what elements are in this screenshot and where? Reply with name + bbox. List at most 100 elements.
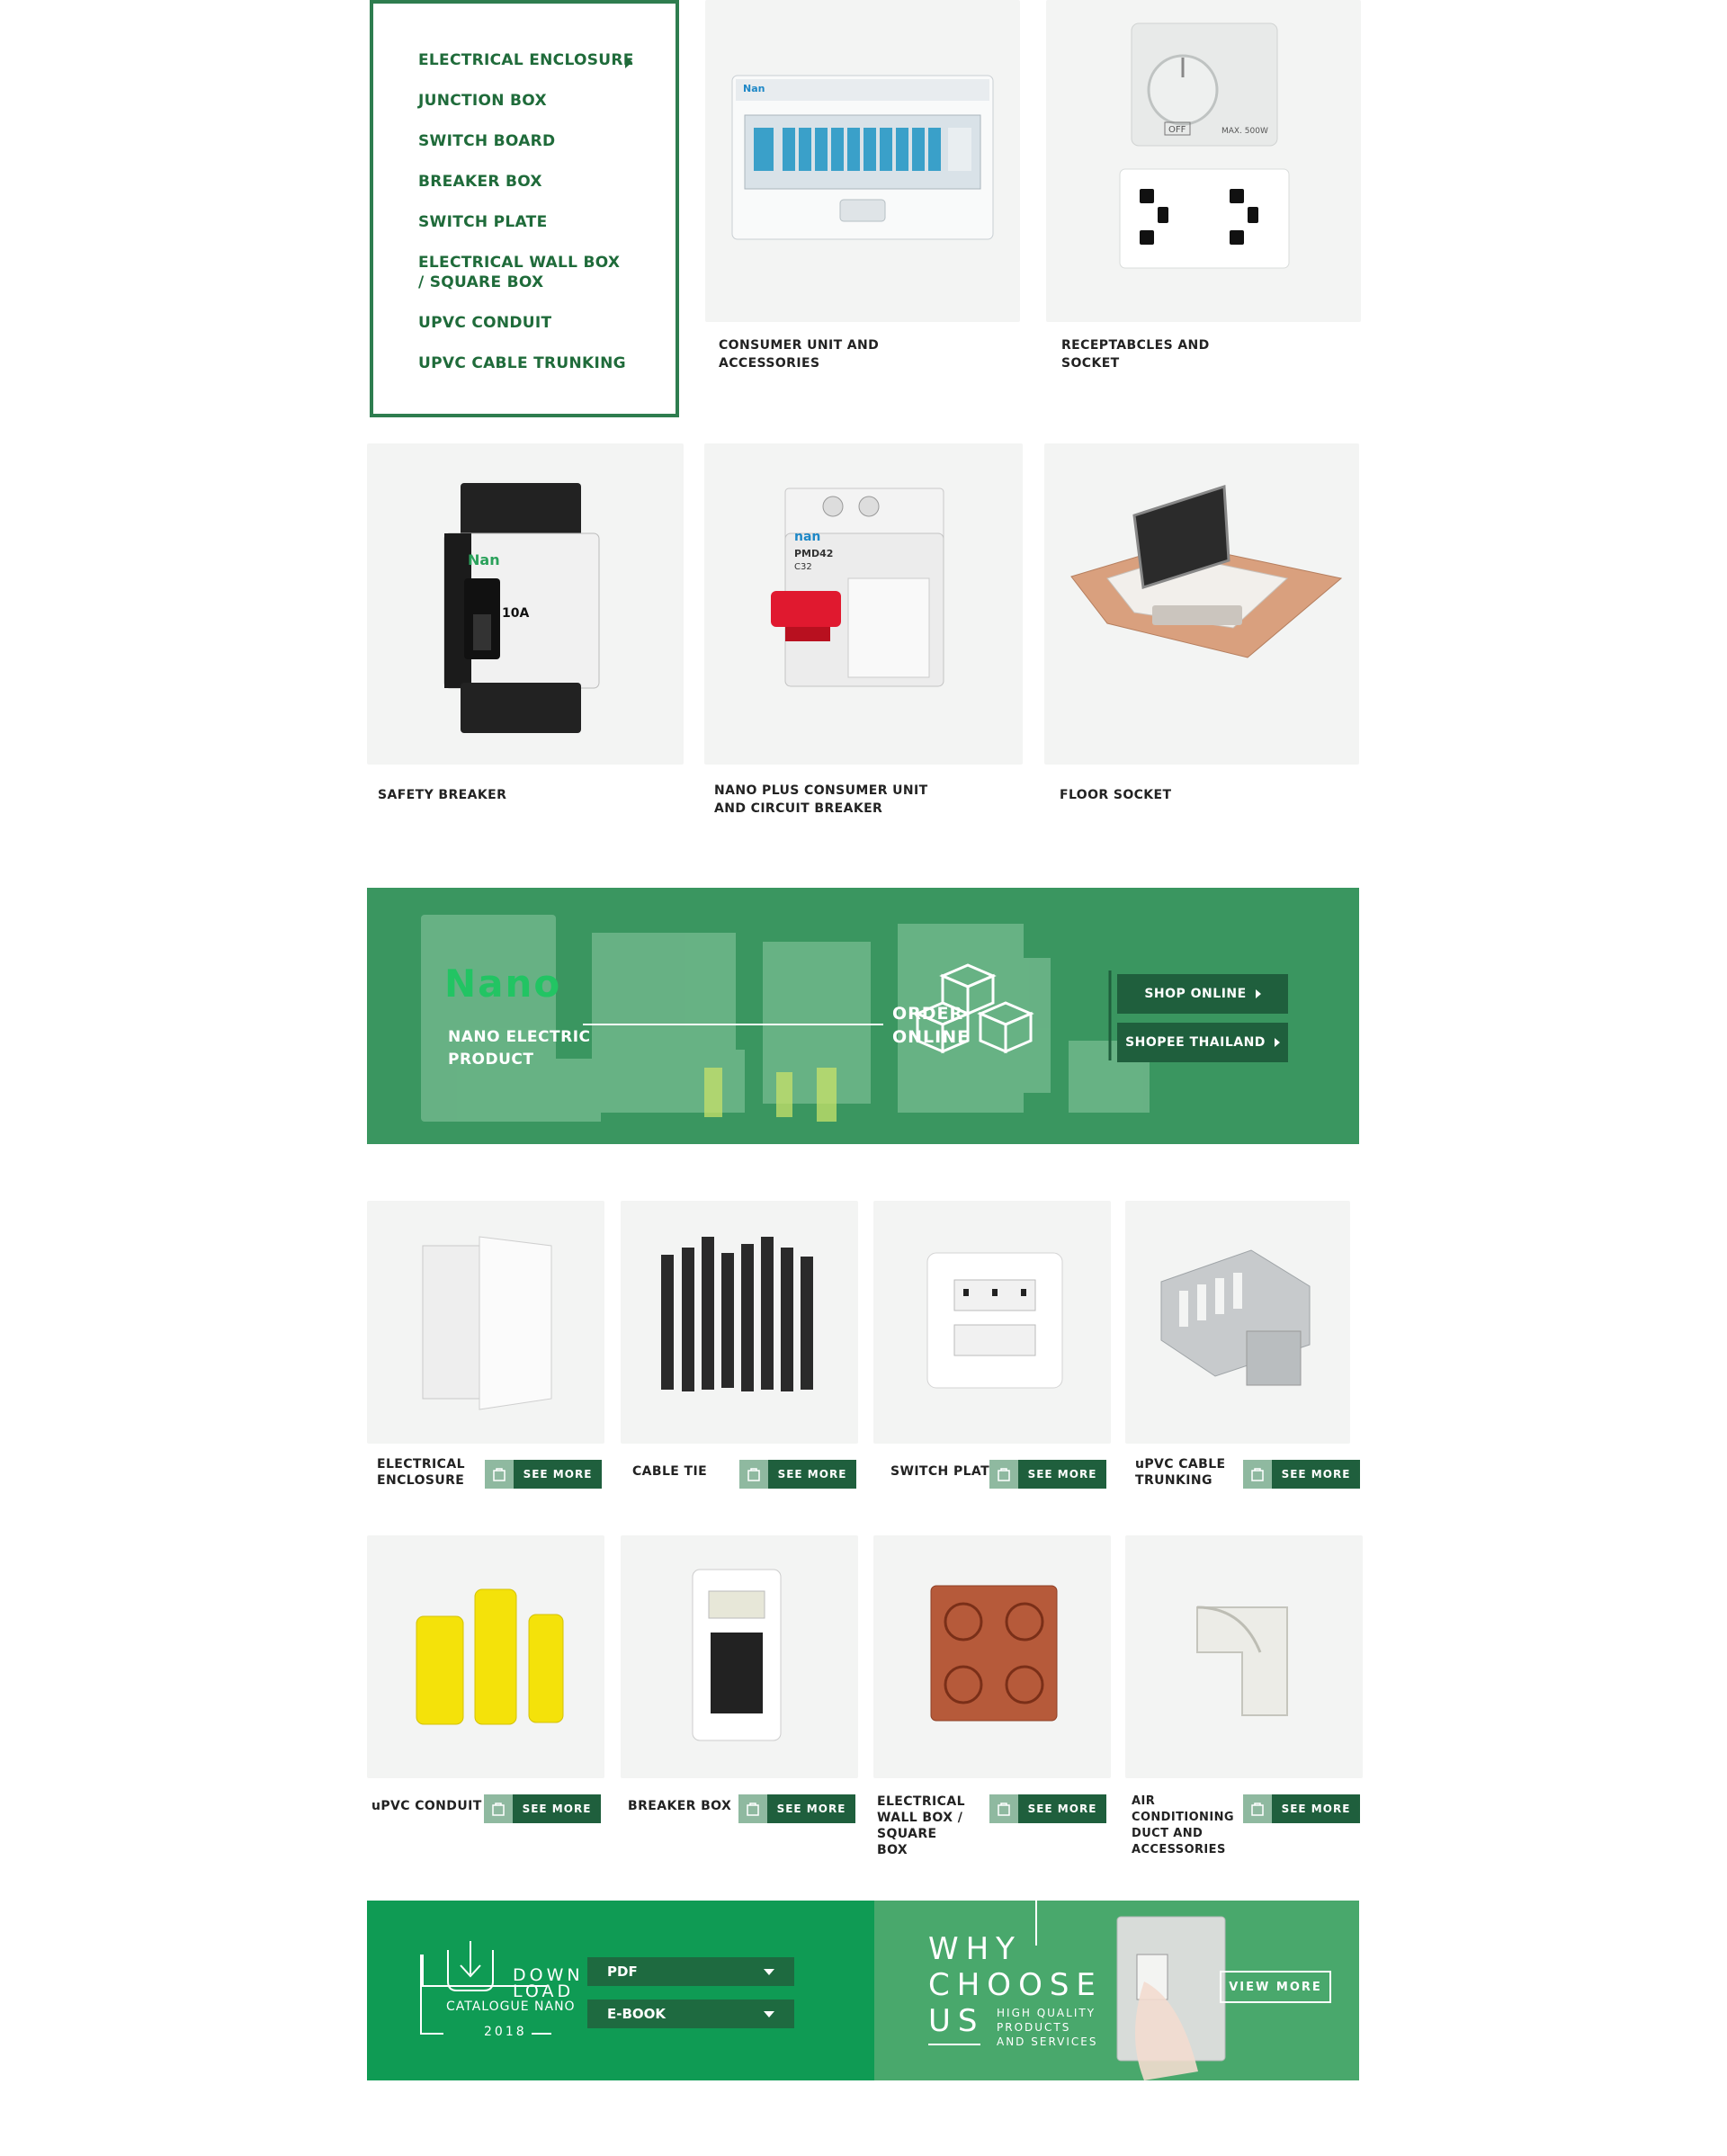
see-more-aircon-duct[interactable]: SEE MORE [1243,1794,1360,1823]
download-word-load: LOAD [513,1982,575,2001]
off-label: OFF [1168,125,1186,135]
rating-label: 10A [502,606,529,621]
menu-item-wall-box[interactable]: ELECTRICAL WALL BOX / SQUARE BOX [418,253,625,292]
brand-mark: Nan [468,551,500,568]
see-more-label: SEE MORE [514,1460,602,1489]
banner-line1: NANO ELECTRIC [448,1028,591,1046]
floor-socket-tile[interactable] [1044,443,1359,765]
banner-line2: PRODUCT [448,1051,534,1069]
download-icon [420,1941,551,2035]
product-collage-image [421,915,1150,1122]
consumer-unit-tile[interactable]: Nan [705,0,1020,322]
floor-socket-image [1070,484,1343,658]
pdf-dropdown[interactable]: PDF [587,1957,794,1986]
bag-icon [739,1460,768,1489]
order-label: ORDER [892,1004,964,1024]
menu-item-breaker-box[interactable]: BREAKER BOX [418,172,643,192]
sub-label: C32 [794,562,812,572]
menu-item-switch-plate[interactable]: SWITCH PLATE [418,212,643,232]
wall-box-image [930,1585,1058,1722]
online-label: ONLINE [892,1027,971,1047]
see-more-enclosure[interactable]: SEE MORE [485,1460,602,1489]
brand-mark: nan [794,530,820,544]
product-label-trunking: uPVC CABLE TRUNKING [1135,1457,1226,1488]
product-label-cable-tie: CABLE TIE [632,1464,708,1479]
product-tile-conduit[interactable] [367,1535,604,1778]
receptacles-tile[interactable]: OFF MAX. 500W [1046,0,1361,322]
receptacles-caption[interactable]: RECEPTABCLES AND SOCKET [1061,336,1241,372]
menu-item-junction-box[interactable]: JUNCTION BOX [418,91,643,111]
nano-plus-caption[interactable]: NANO PLUS CONSUMER UNIT AND CIRCUIT BREA… [714,782,948,818]
bag-icon [484,1794,513,1823]
chevron-down-icon [764,2011,774,2017]
bag-icon [485,1460,514,1489]
product-tile-trunking[interactable] [1125,1201,1350,1444]
product-tile-aircon-duct[interactable] [1125,1535,1363,1778]
shop-online-label: SHOP ONLINE [1144,987,1247,1001]
consumer-unit-caption[interactable]: CONSUMER UNIT AND ACCESSORIES [719,336,899,372]
caret-right-icon [625,56,632,68]
menu-item-upvc-cable-trunking[interactable]: UPVC CABLE TRUNKING [418,353,643,373]
receptacles-image: OFF MAX. 500W [1119,22,1290,269]
pdf-label: PDF [607,1964,638,1980]
choose-word: CHOOSE [928,1967,1103,2003]
why-line2: PRODUCTS [997,2021,1071,2034]
product-tile-cable-tie[interactable] [621,1201,858,1444]
shop-online-button[interactable]: SHOP ONLINE [1117,974,1288,1014]
menu-item-upvc-conduit[interactable]: UPVC CONDUIT [418,313,643,333]
see-more-label: SEE MORE [767,1794,855,1823]
breaker-box-image [692,1569,782,1741]
see-more-label: SEE MORE [513,1794,601,1823]
bag-icon [989,1460,1018,1489]
nano-logo: Nano [444,962,562,1006]
product-tile-enclosure[interactable] [367,1201,604,1444]
menu-item-electrical-enclosure[interactable]: ELECTRICAL ENCLOSURE [418,50,643,70]
safety-breaker-image: Nan 10A [443,483,600,733]
see-more-conduit[interactable]: SEE MORE [484,1794,601,1823]
consumer-unit-image: Nan [731,75,994,240]
cable-tie-image [661,1237,813,1391]
product-tile-wall-box[interactable] [873,1535,1111,1778]
product-label-wall-box: ELECTRICAL WALL BOX / SQUARE BOX [877,1794,965,1857]
see-more-cable-tie[interactable]: SEE MORE [739,1460,856,1489]
see-more-label: SEE MORE [1272,1794,1360,1823]
aircon-duct-image [1196,1606,1288,1716]
bag-icon [1243,1794,1272,1823]
shopee-button[interactable]: SHOPEE THAILAND [1117,1023,1288,1062]
product-label-breaker-box: BREAKER BOX [628,1799,732,1813]
why-line1: HIGH QUALITY [997,2007,1096,2019]
product-label-switch-plate: SWITCH PLATE [890,1464,998,1479]
switch-plate-image [926,1252,1063,1389]
see-more-label: SEE MORE [768,1460,856,1489]
see-more-wall-box[interactable]: SEE MORE [989,1794,1106,1823]
ebook-label: E-BOOK [607,2006,667,2022]
see-more-trunking[interactable]: SEE MORE [1243,1460,1360,1489]
model-label: PMD42 [794,548,833,559]
why-word: WHY [928,1931,1022,1967]
see-more-switch-plate[interactable]: SEE MORE [989,1460,1106,1489]
view-more-button[interactable]: VIEW MORE [1220,1971,1331,2003]
catalogue-year: 2018 [484,2025,527,2039]
bag-icon [989,1794,1018,1823]
product-tile-breaker-box[interactable] [621,1535,858,1778]
floor-socket-caption[interactable]: FLOOR SOCKET [1060,786,1171,804]
safety-breaker-caption[interactable]: SAFETY BREAKER [378,786,506,804]
bag-icon [1243,1460,1272,1489]
see-more-breaker-box[interactable]: SEE MORE [738,1794,855,1823]
bag-icon [738,1794,767,1823]
shopee-label: SHOPEE THAILAND [1125,1035,1266,1050]
product-tile-switch-plate[interactable] [873,1201,1111,1444]
conduit-image [416,1588,564,1725]
us-word: US [928,2003,985,2039]
menu-item-switch-board[interactable]: SWITCH BOARD [418,131,643,151]
see-more-label: SEE MORE [1272,1460,1360,1489]
ebook-dropdown[interactable]: E-BOOK [587,1999,794,2028]
max-label: MAX. 500W [1221,127,1268,136]
enclosure-image [422,1236,552,1410]
category-menu: ELECTRICAL ENCLOSURE JUNCTION BOX SWITCH… [370,0,679,417]
why-choose-us-panel: WHY CHOOSE US HIGH QUALITY PRODUCTS AND … [874,1901,1359,2080]
safety-breaker-tile[interactable]: Nan 10A [367,443,684,765]
catalogue-label: CATALOGUE NANO [446,1999,576,2014]
chevron-down-icon [764,1969,774,1975]
nano-plus-tile[interactable]: nan PMD42 C32 [704,443,1023,765]
